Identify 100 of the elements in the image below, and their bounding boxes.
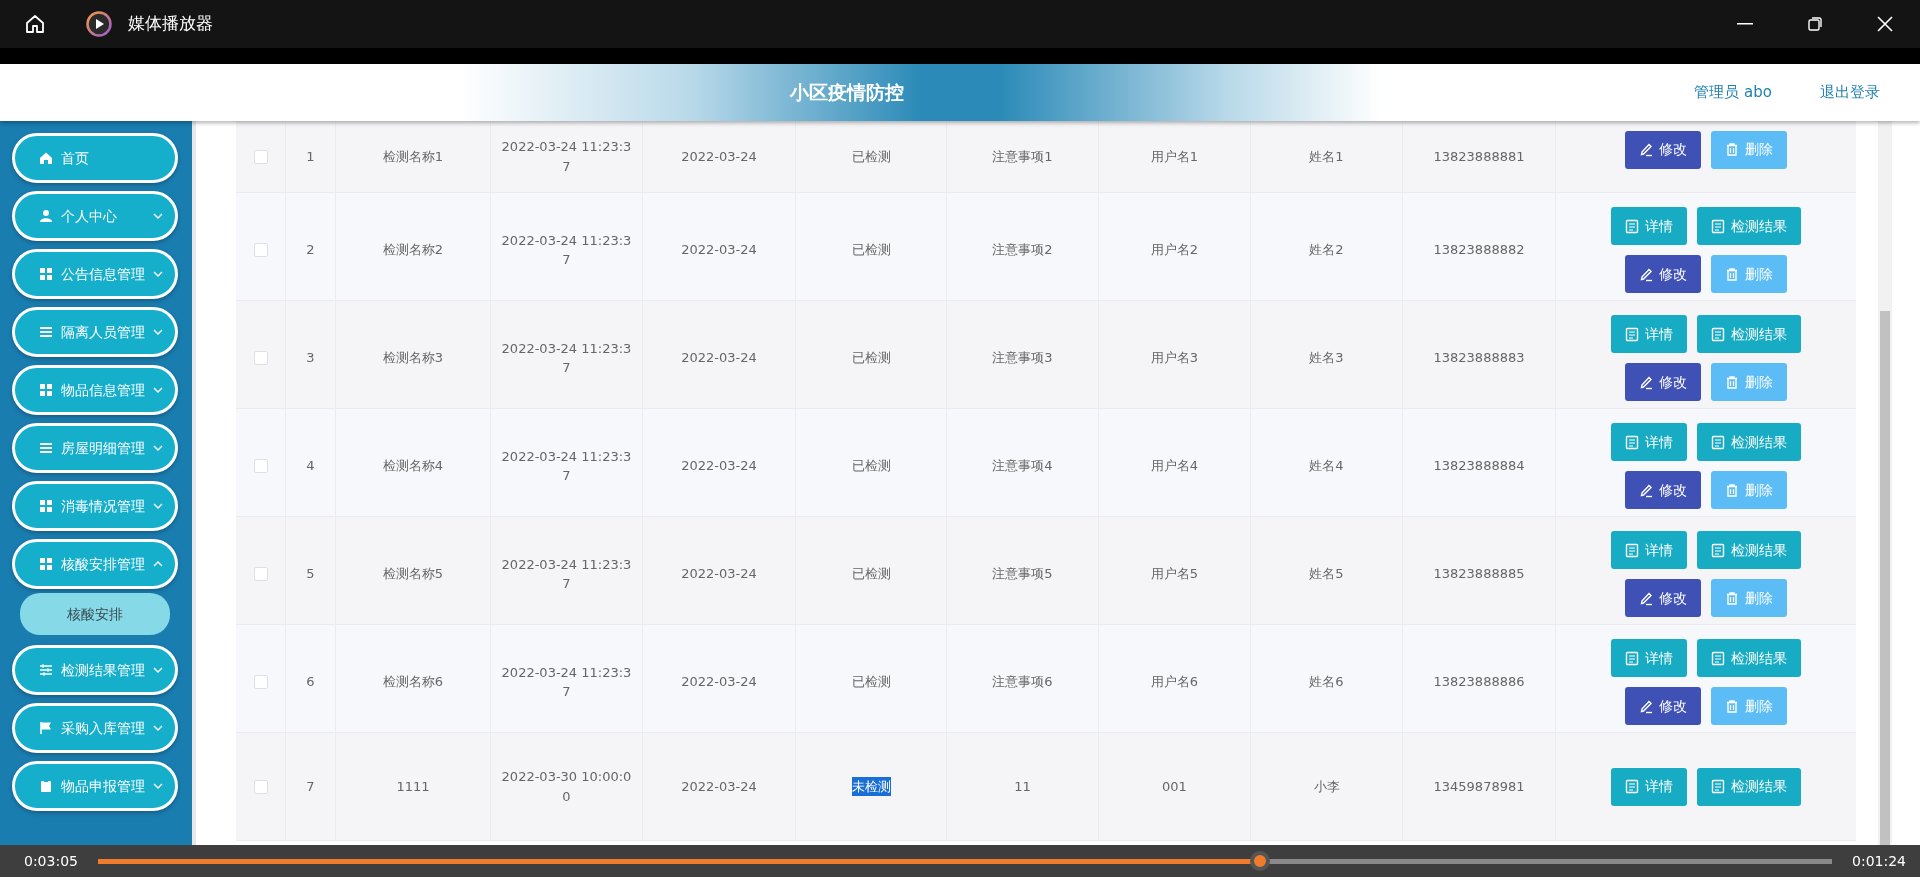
edit-button[interactable]: 修改 [1625,687,1701,725]
chevron-down-icon [153,667,163,673]
trash-icon [1725,266,1739,282]
row-checkbox[interactable] [253,567,268,581]
trash-icon [1725,698,1739,714]
table-cell-text: 2022-03-24 11:23:37 [500,339,633,377]
table-cell-text: 注意事项1 [992,147,1053,166]
table-cell-text: 用户名4 [1150,457,1199,476]
chevron-down-icon [153,271,163,277]
edit-button[interactable]: 修改 [1625,255,1701,293]
sidebar-menu-item[interactable]: 房屋明细管理 [12,423,178,473]
status-cell-text: 已检测 [851,349,891,368]
document-icon [1711,218,1725,234]
table-cell-text: 001 [1162,777,1187,796]
window-title: 媒体播放器 [128,12,213,36]
row-checkbox[interactable] [253,779,268,794]
detail-button[interactable]: 详情 [1611,767,1687,806]
table-cell-text: 用户名3 [1150,349,1199,368]
result-button[interactable]: 检测结果 [1697,639,1801,677]
scrollbar-thumb[interactable] [1880,311,1890,845]
admin-user-link[interactable]: 管理员 abo [1694,81,1772,104]
sidebar-menu-item[interactable]: 采购入库管理 [12,703,178,753]
delete-button[interactable]: 删除 [1711,471,1787,509]
sidebar-menu-item[interactable]: 核酸安排管理 [12,539,178,589]
grid-icon [39,499,53,513]
chevron-down-icon [153,725,163,731]
result-button[interactable]: 检测结果 [1697,207,1801,245]
play-logo-icon [86,11,112,37]
sidebar-menu-item[interactable]: 个人中心 [12,191,178,241]
row-number: 2 [306,241,315,260]
sidebar-menu-item[interactable]: 隔离人员管理 [12,307,178,357]
status-cell-text: 已检测 [851,457,891,476]
chevron-down-icon [153,445,163,451]
row-number: 6 [306,673,315,692]
document-icon [1625,326,1639,342]
restore-icon [1807,16,1823,32]
sidebar-menu-item[interactable]: 公告信息管理 [12,249,178,299]
document-icon [1711,542,1725,558]
logout-link[interactable]: 退出登录 [1820,81,1880,104]
table-cell-text: 用户名6 [1150,673,1199,692]
edit-button[interactable]: 修改 [1625,579,1701,617]
row-checkbox[interactable] [253,243,268,257]
row-checkbox[interactable] [253,351,268,365]
edit-button[interactable]: 修改 [1625,363,1701,401]
table-cell-text: 姓名4 [1309,457,1344,476]
person-icon [39,209,53,223]
result-button[interactable]: 检测结果 [1697,531,1801,569]
table-cell-text: 检测名称5 [382,565,444,584]
result-button[interactable]: 检测结果 [1697,315,1801,353]
edit-button[interactable]: 修改 [1625,130,1701,169]
table-cell-text: 检测名称6 [382,673,444,692]
status-cell: 未检测 [851,776,891,797]
sidebar-menu-item[interactable]: 物品信息管理 [12,365,178,415]
table-cell-text: 2022-03-24 11:23:37 [500,138,633,176]
detail-button[interactable]: 详情 [1611,639,1687,677]
table-cell-text: 姓名2 [1309,241,1344,260]
chevron-down-icon [153,387,163,393]
pencil-icon [1639,590,1653,606]
delete-button[interactable]: 删除 [1711,363,1787,401]
delete-button[interactable]: 删除 [1711,687,1787,725]
sidebar-menu-item[interactable]: 首页 [12,133,178,183]
row-number: 4 [306,457,315,476]
document-icon [1711,326,1725,342]
detail-button[interactable]: 详情 [1611,423,1687,461]
sidebar-menu-item[interactable]: 消毒情况管理 [12,481,178,531]
result-button[interactable]: 检测结果 [1697,767,1801,806]
scrollbar[interactable] [1878,121,1892,845]
row-checkbox[interactable] [253,149,268,164]
status-cell-text: 已检测 [851,565,891,584]
grid-icon [39,267,53,281]
table-cell-text: 13459878981 [1433,777,1525,796]
pencil-icon [1639,142,1653,157]
sidebar-menu-item[interactable]: 检测结果管理 [12,645,178,695]
delete-button[interactable]: 删除 [1711,255,1787,293]
table-cell-text: 检测名称4 [382,457,444,476]
document-icon [1625,542,1639,558]
table-cell-text: 用户名2 [1150,241,1199,260]
table-cell-text: 2022-03-30 10:00:00 [500,768,633,806]
table-cell-text: 2022-03-24 11:23:37 [500,555,633,593]
table-cell-text: 2022-03-24 11:23:37 [500,231,633,269]
edit-button[interactable]: 修改 [1625,471,1701,509]
sidebar-menu-item[interactable]: 物品申报管理 [12,761,178,811]
chevron-down-icon [153,213,163,219]
result-button[interactable]: 检测结果 [1697,423,1801,461]
delete-button[interactable]: 删除 [1711,130,1787,169]
row-checkbox[interactable] [253,459,268,473]
detail-button[interactable]: 详情 [1611,315,1687,353]
row-checkbox[interactable] [253,675,268,689]
table-cell-text: 2022-03-24 [681,147,757,166]
clipboard-icon [39,779,53,793]
document-icon [1625,434,1639,450]
delete-button[interactable]: 删除 [1711,579,1787,617]
detail-button[interactable]: 详情 [1611,207,1687,245]
document-icon [1711,434,1725,450]
trash-icon [1725,142,1739,157]
table-cell-text: 2022-03-24 [681,457,757,476]
minimize-icon [1737,23,1753,25]
submenu-item[interactable]: 核酸安排 [20,593,170,635]
detail-button[interactable]: 详情 [1611,531,1687,569]
seek-bar-thumb[interactable] [1249,851,1270,871]
